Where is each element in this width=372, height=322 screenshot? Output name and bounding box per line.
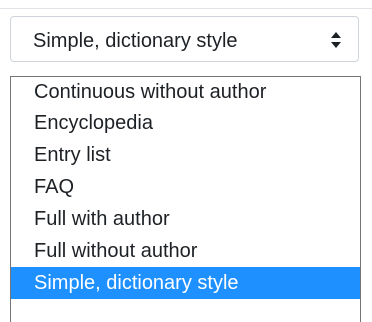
container-top-edge — [0, 0, 372, 9]
select-current-value: Simple, dictionary style — [33, 30, 238, 52]
dropdown-options-list: Continuous without author Encyclopedia E… — [10, 76, 361, 322]
up-down-chevron-icon — [330, 29, 342, 51]
option-full-without-author[interactable]: Full without author — [11, 235, 360, 267]
option-simple-dictionary-style[interactable]: Simple, dictionary style — [11, 267, 360, 299]
display-format-select[interactable]: Simple, dictionary style — [10, 16, 359, 62]
option-encyclopedia[interactable]: Encyclopedia — [11, 107, 360, 139]
dropdown-widget: Simple, dictionary style Continuous with… — [0, 0, 372, 322]
option-entry-list[interactable]: Entry list — [11, 139, 360, 171]
option-continuous-without-author[interactable]: Continuous without author — [11, 77, 360, 107]
option-full-with-author[interactable]: Full with author — [11, 203, 360, 235]
option-faq[interactable]: FAQ — [11, 171, 360, 203]
